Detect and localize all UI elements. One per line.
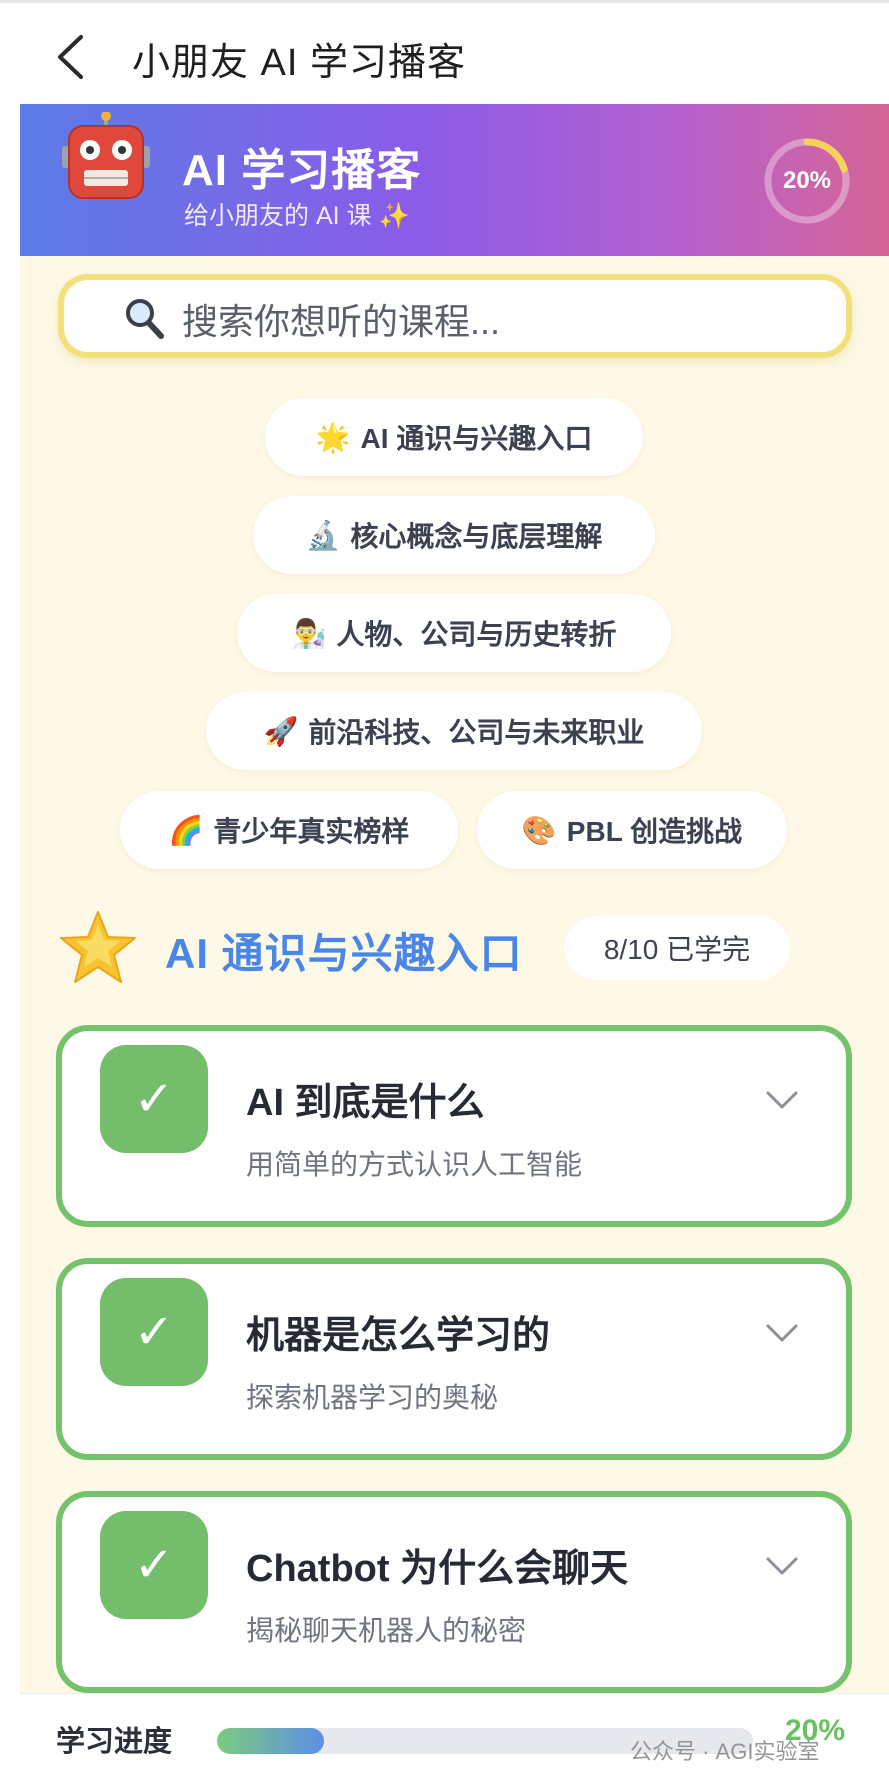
chip-label: 青少年真实榜样 [213,816,410,847]
hero-subtitle: 给小朋友的 AI 课 ✨ [184,202,410,230]
robot-icon [62,112,150,199]
lesson-subtitle: 揭秘聊天机器人的秘密 [246,1615,527,1646]
search-icon [126,299,164,339]
palette-icon: 🎨 [521,814,557,846]
chip-label: 核心概念与底层理解 [350,521,603,552]
hero-banner: AI 学习播客 给小朋友的 AI 课 ✨ 20% [20,104,889,256]
progress-fill [217,1728,325,1754]
lesson-subtitle: 探索机器学习的奥秘 [246,1382,499,1413]
category-chip-role-models[interactable]: 🌈 青少年真实榜样 [120,791,458,869]
chip-label: 前沿科技、公司与未来职业 [308,717,645,748]
check-icon: ✓ [100,1045,208,1153]
sparkles-icon: ✨ [378,202,410,230]
check-icon: ✓ [100,1511,208,1619]
search-input[interactable]: 搜索你想听的课程... [58,274,852,358]
microscope-icon: 🔬 [305,519,341,551]
scientist-icon: 👨‍🔬 [291,617,327,649]
star-icon: 🌟 [315,421,351,453]
search-placeholder: 搜索你想听的课程... [182,301,501,342]
chip-label: 人物、公司与历史转折 [336,619,617,650]
rocket-icon: 🚀 [263,715,299,747]
lesson-title: 机器是怎么学习的 [246,1315,551,1357]
lesson-card[interactable]: ✓ Chatbot 为什么会聊天 揭秘聊天机器人的秘密 [56,1491,852,1693]
category-chip-people-history[interactable]: 👨‍🔬 人物、公司与历史转折 [237,594,671,672]
chevron-down-icon[interactable] [762,1551,802,1581]
category-chip-frontier-tech[interactable]: 🚀 前沿科技、公司与未来职业 [206,692,702,770]
category-chip-core-concepts[interactable]: 🔬 核心概念与底层理解 [253,496,655,574]
chevron-down-icon[interactable] [762,1085,802,1115]
chip-label: AI 通识与兴趣入口 [360,423,593,454]
rainbow-icon: 🌈 [168,814,204,846]
category-chip-pbl[interactable]: 🎨 PBL 创造挑战 [477,791,787,869]
lesson-title: Chatbot 为什么会聊天 [246,1548,629,1590]
lesson-card[interactable]: ✓ 机器是怎么学习的 探索机器学习的奥秘 [56,1258,852,1460]
star-icon [60,911,136,983]
lesson-title: AI 到底是什么 [246,1082,485,1124]
chip-label: PBL 创造挑战 [566,816,743,847]
progress-label: 学习进度 [56,1726,173,1758]
chevron-down-icon[interactable] [762,1318,802,1348]
chevron-left-icon [58,35,83,79]
watermark: 公众号 · AGI实验室 [630,1739,820,1764]
lesson-subtitle: 用简单的方式认识人工智能 [246,1149,583,1180]
nav-bar: 小朋友 AI 学习播客 [20,3,889,104]
section-title: AI 通识与兴趣入口 [165,930,523,977]
page-title: 小朋友 AI 学习播客 [132,42,467,84]
progress-ring-label: 20% [782,167,832,194]
bottom-progress-bar: 学习进度 20% 公众号 · AGI实验室 [20,1693,889,1775]
section-progress-badge: 8/10 已学完 [564,916,790,980]
category-chip-ai-basics[interactable]: 🌟 AI 通识与兴趣入口 [265,398,643,476]
back-button[interactable] [48,27,92,87]
hero-title: AI 学习播客 [182,146,422,195]
lesson-card[interactable]: ✓ AI 到底是什么 用简单的方式认识人工智能 [56,1025,852,1227]
check-icon: ✓ [100,1278,208,1386]
